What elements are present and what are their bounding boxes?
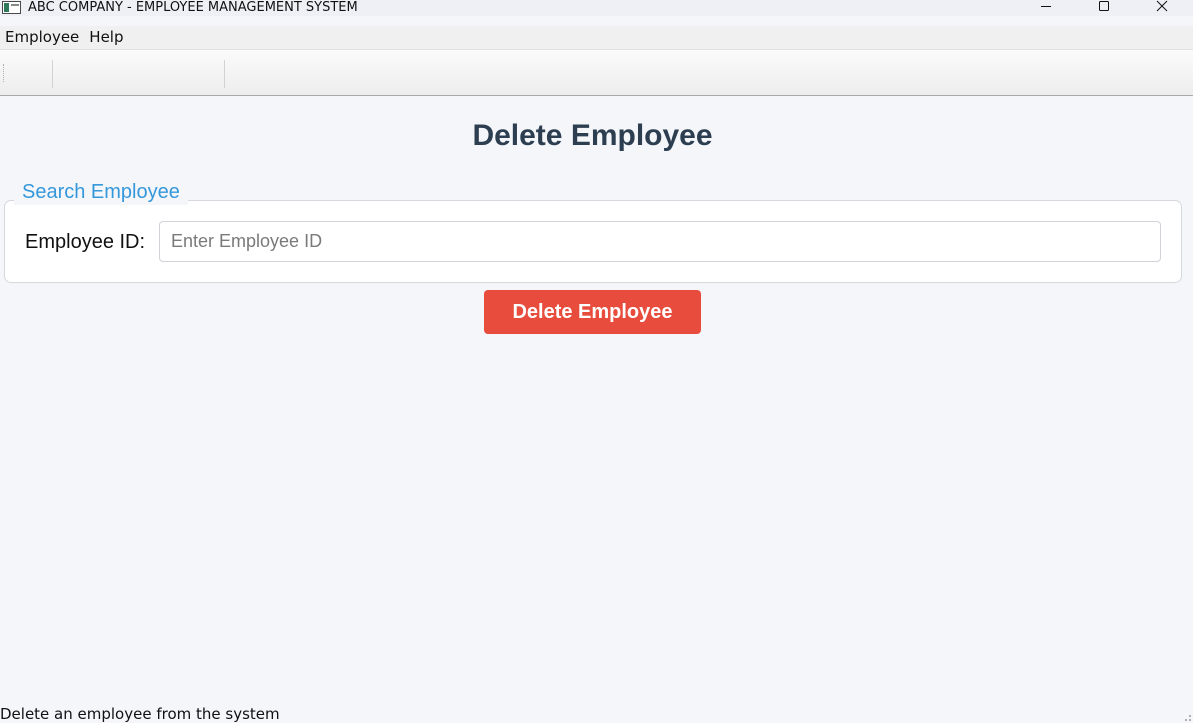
menu-employee[interactable]: Employee	[1, 26, 83, 49]
toolbar	[0, 49, 1193, 96]
search-employee-legend: Search Employee	[14, 179, 188, 205]
toolbar-separator	[224, 60, 225, 88]
close-icon	[1156, 0, 1168, 12]
status-bar: Delete an employee from the system	[0, 704, 1193, 723]
page-title: Delete Employee	[472, 119, 713, 152]
minimize-button[interactable]	[1023, 0, 1069, 18]
maximize-icon	[1099, 1, 1109, 11]
employee-id-label: Employee ID:	[25, 231, 146, 253]
window-titlebar[interactable]: ABC COMPANY - EMPLOYEE MANAGEMENT SYSTEM	[0, 0, 1193, 16]
close-button[interactable]	[1139, 0, 1185, 18]
resize-grip-icon[interactable]	[1182, 712, 1192, 722]
minimize-icon	[1041, 6, 1051, 7]
toolbar-separator	[52, 60, 53, 88]
menu-bar: Employee Help	[0, 26, 1193, 49]
delete-employee-button[interactable]: Delete Employee	[484, 290, 701, 334]
maximize-button[interactable]	[1081, 0, 1127, 18]
window-title: ABC COMPANY - EMPLOYEE MANAGEMENT SYSTEM	[28, 0, 358, 15]
toolbar-grip[interactable]	[3, 64, 5, 82]
employee-id-input[interactable]	[159, 221, 1161, 262]
status-text: Delete an employee from the system	[0, 705, 280, 723]
menu-help[interactable]: Help	[85, 26, 127, 49]
app-window-icon	[2, 1, 21, 14]
